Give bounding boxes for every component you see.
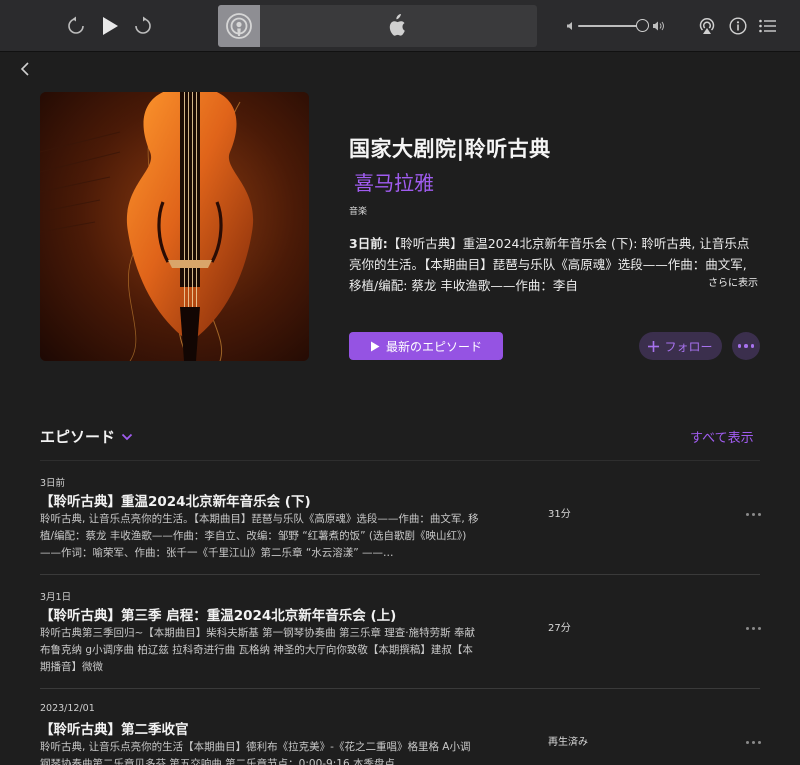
episode-row[interactable]: 3日前 【聆听古典】重温2024北京新年音乐会 (下) 聆听古典, 让音乐点亮你… <box>40 460 761 574</box>
episode-more-button[interactable] <box>746 627 761 630</box>
toolbar <box>0 0 800 52</box>
ellipsis-icon <box>746 741 749 744</box>
play-icon <box>370 341 380 351</box>
episode-title[interactable]: 【聆听古典】第三季 启程：重温2024北京新年音乐会 (上) <box>40 604 396 624</box>
rewind-15-icon[interactable] <box>65 15 87 37</box>
follow-label: フォロー <box>664 339 713 354</box>
podcast-title: 国家大剧院|聆听古典 <box>349 137 551 161</box>
podcast-artwork <box>40 92 309 361</box>
apple-logo-icon <box>386 14 406 42</box>
episode-summary: 聆听古典, 让音乐点亮你的生活。【本期曲目】琵琶与乐队《高原魂》选段——作曲：曲… <box>40 513 479 559</box>
info-icon[interactable] <box>728 16 748 36</box>
chevron-down-icon <box>121 433 133 440</box>
episode-row[interactable]: 2023/12/01 【聆听古典】第二季收官 聆听古典, 让音乐点亮你的生活【本… <box>40 688 761 765</box>
follow-button[interactable]: フォロー <box>639 332 722 360</box>
ellipsis-icon <box>746 513 749 516</box>
description-date: 3日前: <box>349 236 388 251</box>
list-icon[interactable] <box>758 17 778 35</box>
show-more-link[interactable]: さらに表示 <box>702 274 758 289</box>
ellipsis-icon <box>746 627 749 630</box>
episodes-heading[interactable]: エピソード <box>40 426 133 447</box>
play-icon[interactable] <box>99 14 121 38</box>
airplay-icon[interactable] <box>697 16 717 36</box>
more-options-button[interactable] <box>732 332 760 360</box>
episode-duration: 再生済み <box>548 737 588 748</box>
podcasts-icon <box>218 5 260 47</box>
episode-date: 2023/12/01 <box>40 703 95 714</box>
volume-slider[interactable] <box>566 17 666 35</box>
ellipsis-icon <box>737 344 742 348</box>
episode-row[interactable]: 3月1日 【聆听古典】第三季 启程：重温2024北京新年音乐会 (上) 聆听古典… <box>40 574 761 688</box>
description-fade <box>640 274 702 294</box>
episode-duration: 31分 <box>548 509 571 520</box>
back-button[interactable] <box>18 60 36 80</box>
episode-title[interactable]: 【聆听古典】第二季收官 <box>40 718 189 738</box>
latest-episode-label: 最新のエピソード <box>385 339 482 354</box>
episode-more-button[interactable] <box>746 741 761 744</box>
plus-icon <box>648 340 660 352</box>
volume-high-icon <box>653 21 664 31</box>
episode-title[interactable]: 【聆听古典】重温2024北京新年音乐会 (下) <box>40 490 311 510</box>
episode-summary: 聆听古典第三季回归~【本期曲目】柴科夫斯基 第一钢琴协奏曲 第三乐章 理查·施特… <box>40 627 475 673</box>
episode-date: 3日前 <box>40 478 66 489</box>
latest-episode-button[interactable]: 最新のエピソード <box>349 332 503 360</box>
episode-list: 3日前 【聆听古典】重温2024北京新年音乐会 (下) 聆听古典, 让音乐点亮你… <box>40 460 761 765</box>
podcast-category[interactable]: 音楽 <box>349 204 367 217</box>
volume-low-icon <box>567 22 572 30</box>
episode-summary: 聆听古典, 让音乐点亮你的生活【本期曲目】德利布《拉克美》-《花之二重唱》格里格… <box>40 741 471 765</box>
podcasts-window: 国家大剧院|聆听古典 喜马拉雅 音楽 3日前: 【聆听古典】重温2024北京新年音… <box>0 0 800 765</box>
show-all-link[interactable]: すべて表示 <box>690 427 754 446</box>
episodes-heading-label: エピソード <box>40 428 116 446</box>
episode-duration: 27分 <box>548 623 571 634</box>
episode-date: 3月1日 <box>40 592 72 603</box>
podcast-author[interactable]: 喜马拉雅 <box>354 167 434 196</box>
episode-more-button[interactable] <box>746 513 761 516</box>
forward-30-icon[interactable] <box>132 15 154 37</box>
chevron-left-icon <box>20 62 29 76</box>
volume-knob[interactable] <box>635 19 649 32</box>
now-playing-panel[interactable] <box>218 5 537 47</box>
